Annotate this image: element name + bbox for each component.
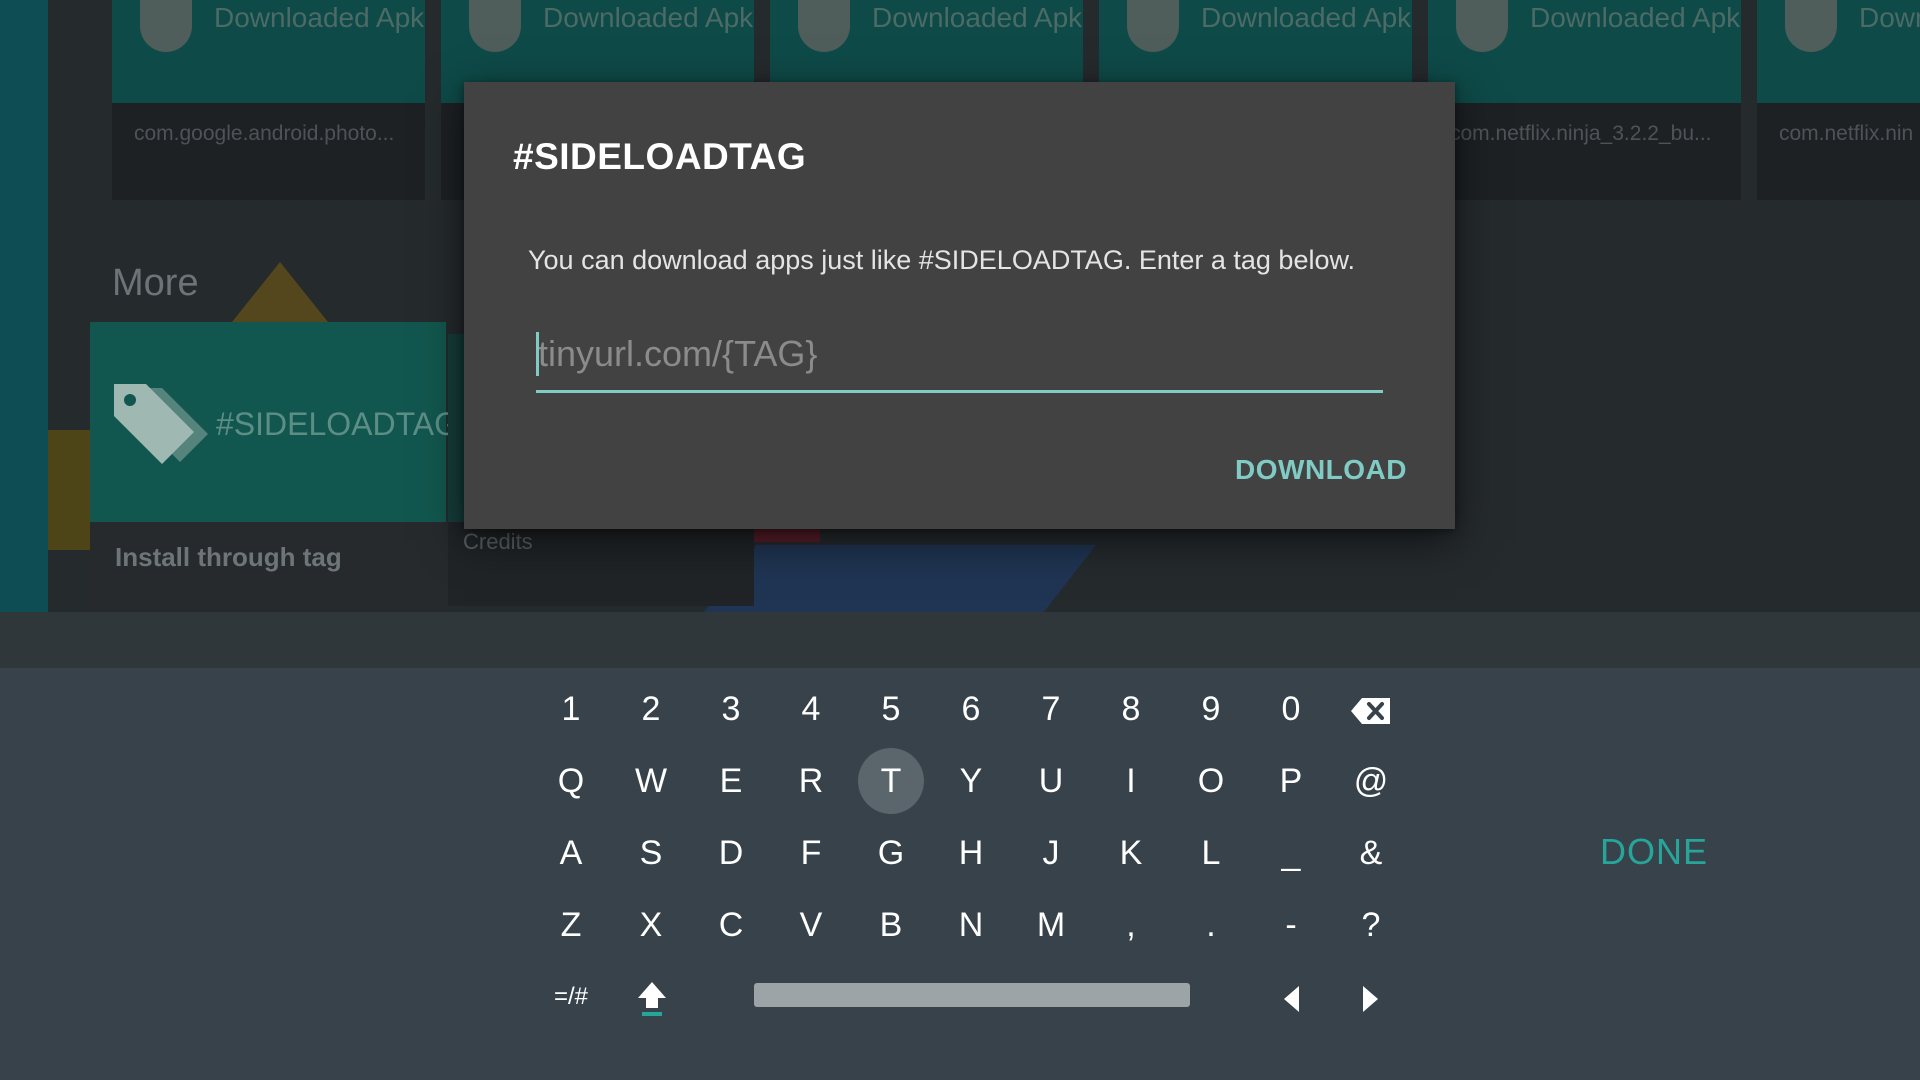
done-key[interactable]: DONE [1594,830,1714,874]
key-C[interactable]: C [698,892,764,958]
backspace-icon [1350,690,1392,728]
key-N[interactable]: N [938,892,1004,958]
shift-icon [637,978,667,1017]
tag-card-label: Install through tag [115,542,342,572]
key-M[interactable]: M [1018,892,1084,958]
credits-card-label: Credits [463,529,533,554]
keyboard-top-strip [0,612,1920,668]
key-R[interactable]: R [778,748,844,814]
apk-card-title: Downloaded Apk [214,2,425,33]
key-3[interactable]: 3 [698,676,764,742]
key-H[interactable]: H [938,820,1004,886]
tag-input-container [536,324,1383,393]
key-F[interactable]: F [778,820,844,886]
left-accent-strip [0,0,48,612]
more-section-heading: More [112,262,199,304]
key-G[interactable]: G [858,820,924,886]
key-7[interactable]: 7 [1018,676,1084,742]
key--[interactable]: - [1258,892,1324,958]
screen: Downloaded Apk com.google.android.photo..… [0,0,1920,1080]
symbols-key[interactable]: =/# [538,964,604,1030]
key-E[interactable]: E [698,748,764,814]
key-6[interactable]: 6 [938,676,1004,742]
key-@[interactable]: @ [1338,748,1404,814]
key-O[interactable]: O [1178,748,1244,814]
space-bar[interactable] [754,983,1190,1007]
key-P[interactable]: P [1258,748,1324,814]
dialog-message: You can download apps just like #SIDELOA… [528,245,1355,275]
install-through-tag-card[interactable]: #SIDELOADTAGS Install through tag [90,322,480,612]
key-L[interactable]: L [1178,820,1244,886]
key-D[interactable]: D [698,820,764,886]
shift-key[interactable] [619,964,685,1030]
text-cursor [536,332,539,376]
key-?[interactable]: ? [1338,892,1404,958]
apk-card-title: Downloaded Apk [543,2,754,33]
cursor-right-key[interactable] [1338,964,1404,1030]
key-B[interactable]: B [858,892,924,958]
key-X[interactable]: X [618,892,684,958]
key-W[interactable]: W [618,748,684,814]
apk-card-package: com.netflix.ninja_3.2.2_bu... [1450,122,1712,145]
apk-card[interactable]: Downloaded Apk com.google.android.photo..… [112,0,425,200]
key-K[interactable]: K [1098,820,1164,886]
tag-card-title: #SIDELOADTAGS [216,406,481,442]
android-icon [1785,0,1837,52]
apk-card[interactable]: Downloaded Apk com.netflix.ninja_3.2.2_bu… [1428,0,1741,200]
key-V[interactable]: V [778,892,844,958]
key-9[interactable]: 9 [1178,676,1244,742]
key-.[interactable]: . [1178,892,1244,958]
download-button[interactable]: DOWNLOAD [1235,448,1407,492]
arrow-right-icon [1361,978,1381,1016]
key-5[interactable]: 5 [858,676,924,742]
sideload-tag-dialog: #SIDELOADTAG You can download apps just … [464,82,1455,529]
key-Q[interactable]: Q [538,748,604,814]
cursor-left-key[interactable] [1258,964,1324,1030]
android-icon [140,0,192,52]
key-Y[interactable]: Y [938,748,1004,814]
android-icon [798,0,850,52]
key-4[interactable]: 4 [778,676,844,742]
apk-card-title: Downloaded Apk [1530,2,1741,33]
backspace-key[interactable] [1338,676,1404,742]
tag-input[interactable] [536,324,1383,390]
key-U[interactable]: U [1018,748,1084,814]
apk-card-title: Downloaded Apk [1201,2,1412,33]
apk-card-title: Down [1859,2,1920,33]
on-screen-keyboard: 1 2 3 4 5 6 7 8 9 0 Q W E R T Y U I O P @ A S D F G H J K L _ & Z X C V B N M,… [0,668,1920,1080]
key-&[interactable]: & [1338,820,1404,886]
key-1[interactable]: 1 [538,676,604,742]
background-decoration [750,528,820,542]
background-decoration [703,545,1097,612]
tag-icon [110,378,220,483]
apk-card-package: com.google.android.photo... [134,122,395,145]
key-I[interactable]: I [1098,748,1164,814]
key-A[interactable]: A [538,820,604,886]
android-icon [469,0,521,52]
key-0[interactable]: 0 [1258,676,1324,742]
apk-card-package: com.netflix.nin [1779,122,1914,145]
key-2[interactable]: 2 [618,676,684,742]
android-icon [1127,0,1179,52]
key-S[interactable]: S [618,820,684,886]
key-_[interactable]: _ [1258,820,1324,886]
dialog-title: #SIDELOADTAG [513,136,807,177]
arrow-left-icon [1281,978,1301,1016]
key-T[interactable]: T [858,748,924,814]
android-icon [1456,0,1508,52]
key-8[interactable]: 8 [1098,676,1164,742]
key-J[interactable]: J [1018,820,1084,886]
key-Z[interactable]: Z [538,892,604,958]
apk-card-title: Downloaded Apk [872,2,1083,33]
key-,[interactable]: , [1098,892,1164,958]
apk-card[interactable]: Down com.netflix.nin [1757,0,1920,200]
